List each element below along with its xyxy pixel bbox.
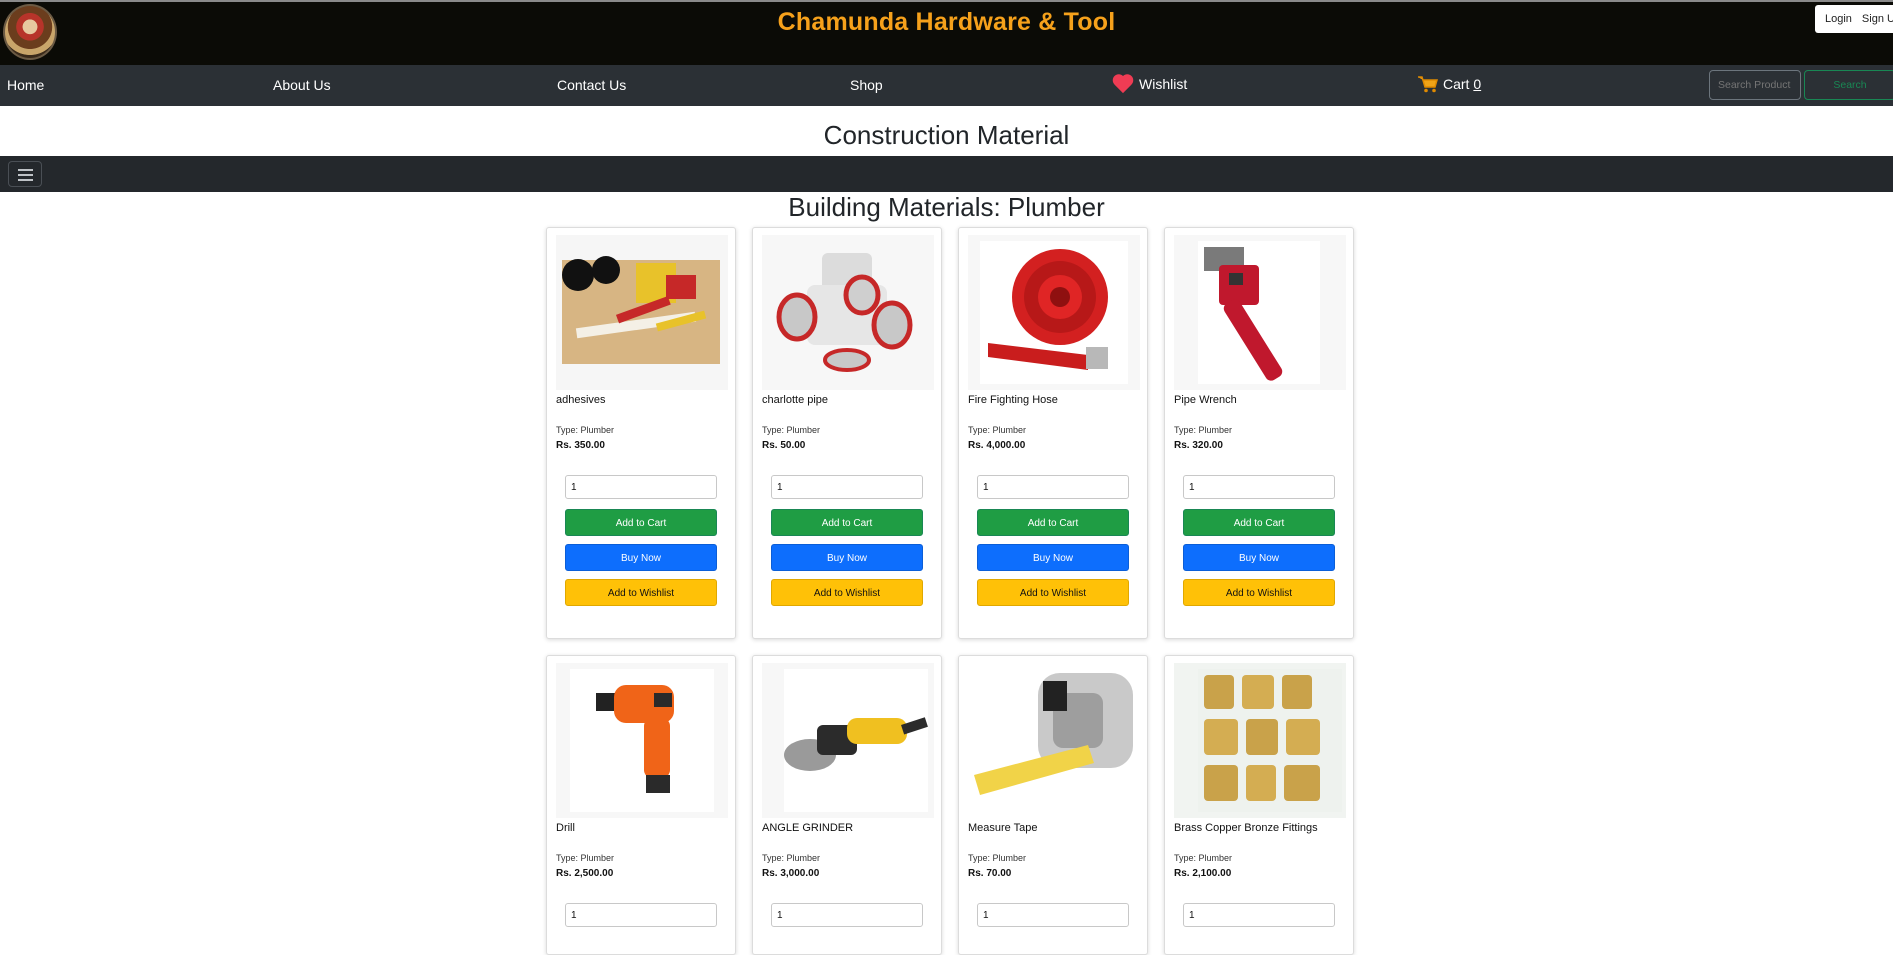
quantity-input[interactable] (1183, 903, 1335, 927)
product-price: Rs. 70.00 (968, 868, 1012, 879)
product-card: adhesives Type: Plumber Rs. 350.00 Add t… (546, 227, 736, 639)
product-type: Type: Plumber (762, 853, 821, 863)
product-image[interactable] (1174, 235, 1346, 390)
product-name: Pipe Wrench (1174, 394, 1237, 406)
buy-now-button[interactable]: Buy Now (565, 544, 717, 571)
quantity-input[interactable] (565, 475, 717, 499)
page-title: Construction Material (823, 120, 1070, 150)
add-to-wishlist-button[interactable]: Add to Wishlist (1183, 579, 1335, 606)
cart-icon (1418, 76, 1438, 93)
product-price: Rs. 2,100.00 (1174, 868, 1232, 879)
main-navbar: Home About Us Contact Us Shop Wishlist C… (0, 65, 1893, 106)
product-card: Brass Copper Bronze Fittings Type: Plumb… (1164, 655, 1354, 955)
product-card: Drill Type: Plumber Rs. 2,500.00 (546, 655, 736, 955)
quantity-input[interactable] (977, 903, 1129, 927)
add-to-wishlist-button[interactable]: Add to Wishlist (565, 579, 717, 606)
nav-wishlist-label: Wishlist (1139, 76, 1188, 92)
auth-links: Login Sign Up (1815, 5, 1893, 33)
drill-photo (556, 663, 728, 818)
search-button[interactable]: Search (1804, 70, 1893, 100)
product-card: charlotte pipe Type: Plumber Rs. 50.00 A… (752, 227, 942, 639)
measure-tape-photo (968, 663, 1140, 818)
product-card: Measure Tape Type: Plumber Rs. 70.00 (958, 655, 1148, 955)
buy-now-button[interactable]: Buy Now (1183, 544, 1335, 571)
pipe-wrench-photo (1174, 235, 1346, 390)
search-input[interactable] (1709, 70, 1801, 100)
product-price: Rs. 3,000.00 (762, 868, 820, 879)
pipe-fitting-photo (762, 235, 934, 390)
add-to-cart-button[interactable]: Add to Cart (565, 509, 717, 536)
nav-shop[interactable]: Shop (850, 77, 883, 93)
nav-cart-label: Cart (1443, 76, 1470, 92)
product-image[interactable] (968, 663, 1140, 818)
product-name: ANGLE GRINDER (762, 822, 854, 834)
product-price: Rs. 4,000.00 (968, 440, 1026, 451)
product-price: Rs. 50.00 (762, 440, 806, 451)
add-to-wishlist-button[interactable]: Add to Wishlist (977, 579, 1129, 606)
hamburger-icon (18, 169, 33, 171)
product-name: Fire Fighting Hose (968, 394, 1058, 406)
product-image[interactable] (762, 235, 934, 390)
section-title: Building Materials: Plumber (788, 192, 1105, 222)
product-card: Pipe Wrench Type: Plumber Rs. 320.00 Add… (1164, 227, 1354, 639)
heart-icon (1112, 75, 1134, 93)
quantity-input[interactable] (977, 475, 1129, 499)
buy-now-button[interactable]: Buy Now (977, 544, 1129, 571)
product-name: Drill (556, 822, 575, 834)
adhesives-photo (556, 235, 728, 390)
menu-toggle-button[interactable] (8, 161, 42, 187)
product-image[interactable] (968, 235, 1140, 390)
product-image[interactable] (762, 663, 934, 818)
quantity-input[interactable] (771, 903, 923, 927)
category-bar (0, 156, 1893, 192)
quantity-input[interactable] (1183, 475, 1335, 499)
product-price: Rs. 320.00 (1174, 440, 1223, 451)
product-type: Type: Plumber (968, 425, 1027, 435)
add-to-cart-button[interactable]: Add to Cart (1183, 509, 1335, 536)
product-name: Brass Copper Bronze Fittings (1174, 822, 1318, 834)
add-to-cart-button[interactable]: Add to Cart (977, 509, 1129, 536)
product-name: adhesives (556, 394, 606, 406)
product-card: ANGLE GRINDER Type: Plumber Rs. 3,000.00 (752, 655, 942, 955)
product-image[interactable] (556, 235, 728, 390)
brass-fittings-photo (1174, 663, 1346, 818)
product-card: Fire Fighting Hose Type: Plumber Rs. 4,0… (958, 227, 1148, 639)
quantity-input[interactable] (565, 903, 717, 927)
product-type: Type: Plumber (762, 425, 821, 435)
product-image[interactable] (1174, 663, 1346, 818)
product-price: Rs. 2,500.00 (556, 868, 614, 879)
product-type: Type: Plumber (556, 853, 615, 863)
product-type: Type: Plumber (1174, 853, 1233, 863)
product-type: Type: Plumber (968, 853, 1027, 863)
fire-hose-photo (968, 235, 1140, 390)
product-image[interactable] (556, 663, 728, 818)
nav-about[interactable]: About Us (273, 77, 331, 93)
product-name: charlotte pipe (762, 394, 829, 406)
product-type: Type: Plumber (1174, 425, 1233, 435)
nav-home[interactable]: Home (7, 77, 44, 93)
cart-count: 0 (1473, 76, 1482, 92)
nav-contact[interactable]: Contact Us (557, 77, 626, 93)
top-header: Chamunda Hardware & Tool Login Sign Up (0, 0, 1893, 65)
product-price: Rs. 350.00 (556, 440, 605, 451)
add-to-wishlist-button[interactable]: Add to Wishlist (771, 579, 923, 606)
login-link[interactable]: Login (1825, 13, 1852, 25)
nav-cart[interactable]: Cart 0 (1417, 75, 1481, 93)
quantity-input[interactable] (771, 475, 923, 499)
buy-now-button[interactable]: Buy Now (771, 544, 923, 571)
signup-link[interactable]: Sign Up (1862, 13, 1893, 25)
angle-grinder-photo (762, 663, 934, 818)
site-title: Chamunda Hardware & Tool (777, 8, 1116, 36)
product-type: Type: Plumber (556, 425, 615, 435)
product-name: Measure Tape (968, 822, 1038, 834)
add-to-cart-button[interactable]: Add to Cart (771, 509, 923, 536)
nav-wishlist[interactable]: Wishlist (1112, 75, 1187, 93)
